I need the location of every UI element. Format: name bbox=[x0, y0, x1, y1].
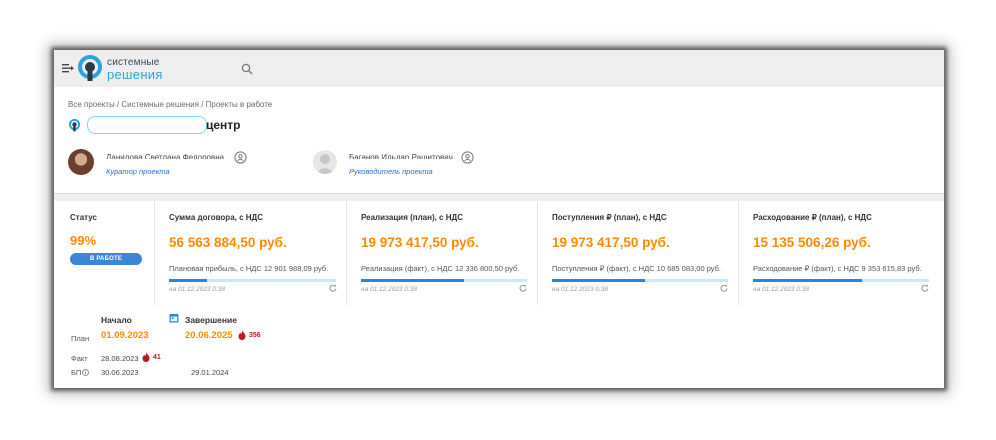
progress-fill bbox=[552, 279, 646, 282]
breadcrumb-all-projects[interactable]: Все проекты bbox=[68, 100, 115, 109]
project-header: Все проекты / Системные решения / Проект… bbox=[54, 87, 944, 194]
fact-start-date: 28.08.2023 bbox=[101, 354, 139, 363]
manager-role-link[interactable]: Руководитель проекта bbox=[349, 167, 433, 176]
user-placeholder-icon bbox=[316, 154, 334, 174]
project-logo-icon bbox=[68, 119, 81, 132]
schedule-end-header: Завершение bbox=[185, 315, 237, 325]
metric-title: Расходование ₽ (план), с НДС bbox=[753, 213, 872, 222]
curator-avatar bbox=[68, 149, 94, 175]
logo-text-line2: решения bbox=[107, 67, 163, 82]
metric-value: 15 135 506,26 руб. bbox=[753, 235, 871, 250]
bp-end-date: 29.01.2024 bbox=[191, 368, 229, 377]
bp-start-date: 30.06.2023 bbox=[101, 368, 139, 377]
info-icon[interactable] bbox=[82, 369, 89, 376]
metric-value: 19 973 417,50 руб. bbox=[361, 235, 479, 250]
metric-card-receipts: Поступления ₽ (план), с НДС 19 973 417,5… bbox=[538, 201, 739, 305]
metric-title: Сумма договора, с НДС bbox=[169, 213, 264, 222]
metric-value: 19 973 417,50 руб. bbox=[552, 235, 670, 250]
curator-role-link[interactable]: Куратор проекта bbox=[106, 167, 170, 176]
app-window: системные решения Все проекты / Системны… bbox=[54, 50, 944, 388]
metric-value: 56 563 884,50 руб. bbox=[169, 235, 287, 250]
breadcrumb-separator: / bbox=[198, 100, 206, 109]
progress-fill bbox=[753, 279, 863, 282]
refresh-icon[interactable] bbox=[921, 284, 929, 292]
metric-date: на 01.12.2023 0:38 bbox=[753, 286, 809, 293]
breadcrumb-projects-in-work[interactable]: Проекты в работе bbox=[206, 100, 273, 109]
breadcrumb: Все проекты / Системные решения / Проект… bbox=[68, 100, 272, 109]
refresh-icon[interactable] bbox=[329, 284, 337, 292]
overdue-flame-icon bbox=[142, 352, 150, 362]
progress-fill bbox=[361, 279, 464, 282]
calendar-icon[interactable] bbox=[169, 313, 179, 323]
metric-title: Реализация (план), с НДС bbox=[361, 213, 463, 222]
metric-progress-bar bbox=[169, 279, 336, 282]
fact-row-label: Факт bbox=[71, 354, 88, 363]
manager-name: Баганов Ильдар Рашитович bbox=[349, 153, 453, 159]
metric-card-realization: Реализация (план), с НДС 19 973 417,50 р… bbox=[347, 201, 538, 305]
metric-progress-bar bbox=[552, 279, 728, 282]
status-percent: 99% bbox=[70, 233, 97, 248]
breadcrumb-company[interactable]: Системные решения bbox=[121, 100, 199, 109]
project-title: центр bbox=[206, 118, 241, 132]
metric-card-contract: Сумма договора, с НДС 56 563 884,50 руб.… bbox=[155, 201, 347, 305]
menu-toggle-icon[interactable] bbox=[62, 62, 74, 74]
fact-start-overdue-days: 41 bbox=[153, 354, 161, 361]
project-name-redacted bbox=[87, 116, 207, 134]
manager-avatar bbox=[313, 150, 337, 174]
overdue-flame-icon bbox=[238, 330, 246, 340]
metric-date: на 01.12.2023 0:38 bbox=[169, 286, 225, 293]
metric-progress-bar bbox=[753, 279, 929, 282]
plan-row-label: План bbox=[71, 334, 90, 343]
metric-subvalue: Плановая прибыль, с НДС 12 901 988,09 ру… bbox=[169, 264, 329, 273]
change-manager-icon[interactable] bbox=[461, 151, 474, 164]
metric-card-spending: Расходование ₽ (план), с НДС 15 135 506,… bbox=[739, 201, 944, 305]
search-icon[interactable] bbox=[241, 63, 253, 75]
company-logo[interactable] bbox=[76, 55, 104, 83]
schedule-start-header: Начало bbox=[101, 315, 132, 325]
status-badge[interactable]: В РАБОТЕ bbox=[70, 253, 142, 265]
status-card: Статус 99% В РАБОТЕ bbox=[54, 201, 155, 305]
bp-row-label: БП bbox=[71, 368, 82, 377]
change-curator-icon[interactable] bbox=[234, 151, 247, 164]
curator-name: Данилова Светлана Федоровна bbox=[106, 153, 225, 159]
metric-subvalue: Расходование ₽ (факт), с НДС 9 353 615,8… bbox=[753, 264, 922, 273]
schedule-section: Начало Завершение План 01.09.2023 20.06.… bbox=[54, 305, 944, 388]
section-divider bbox=[54, 194, 944, 201]
metric-date: на 01.12.2023 0:38 bbox=[361, 286, 417, 293]
top-bar: системные решения bbox=[54, 50, 944, 87]
plan-start-date: 01.09.2023 bbox=[101, 330, 149, 341]
status-title: Статус bbox=[70, 213, 97, 222]
metric-subvalue: Поступления ₽ (факт), с НДС 10 685 083,0… bbox=[552, 264, 722, 273]
plan-end-overdue-days: 356 bbox=[249, 332, 261, 339]
metric-subvalue: Реализация (факт), с НДС 12 336 800,50 р… bbox=[361, 264, 520, 273]
progress-fill bbox=[169, 279, 208, 282]
plan-end-date: 20.06.2025 bbox=[185, 330, 233, 341]
metric-title: Поступления ₽ (план), с НДС bbox=[552, 213, 667, 222]
metric-progress-bar bbox=[361, 279, 527, 282]
metric-date: на 01.12.2023 0:38 bbox=[552, 286, 608, 293]
refresh-icon[interactable] bbox=[720, 284, 728, 292]
refresh-icon[interactable] bbox=[519, 284, 527, 292]
